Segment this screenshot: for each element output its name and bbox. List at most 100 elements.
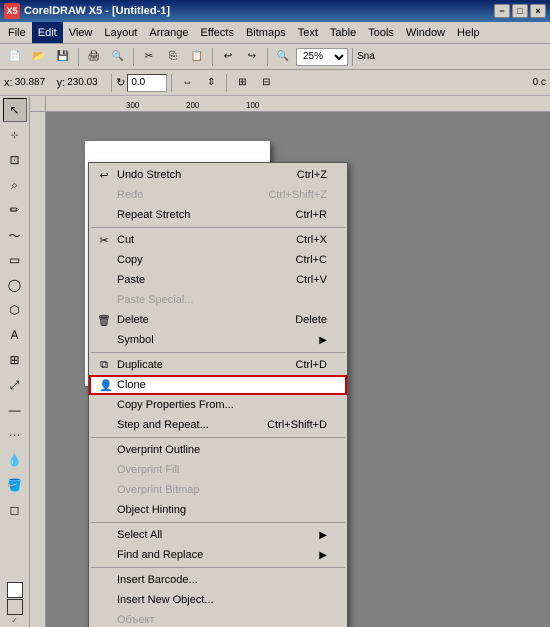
toolbar-sep-3 [212, 48, 213, 66]
mirror-h-button[interactable]: ⇔ [176, 72, 198, 94]
overprint-outline-icon [93, 440, 115, 460]
menu-copy-properties[interactable]: Copy Properties From... [89, 395, 347, 415]
menu-window[interactable]: Window [400, 22, 451, 43]
print-preview-button[interactable]: 🔍 [107, 46, 129, 68]
menu-cut[interactable]: ✂ Cut Ctrl+X [89, 230, 347, 250]
freehand-tool[interactable]: ✏ [3, 198, 27, 222]
zoom-tool[interactable]: ⌕ [3, 173, 27, 197]
toolbar-sep-2 [133, 48, 134, 66]
toolbar-sep-5 [352, 48, 353, 66]
toolbar-sep-1 [78, 48, 79, 66]
text-tool[interactable]: A [3, 323, 27, 347]
canvas-area[interactable]: 300 200 100 × [30, 96, 550, 627]
rotation-input[interactable] [127, 74, 167, 92]
undo-button[interactable]: ↩ [217, 46, 239, 68]
redo-button[interactable]: ↪ [241, 46, 263, 68]
no-fill-icon: ✓ [11, 616, 18, 625]
outline-tool[interactable]: ◻ [3, 498, 27, 522]
menu-copy[interactable]: Copy Ctrl+C [89, 250, 347, 270]
paste-icon [93, 270, 115, 290]
blend-tool[interactable]: ⋯ [3, 423, 27, 447]
title-bar: X5 CorelDRAW X5 - [Untitled-1] − □ × [0, 0, 550, 22]
new-button[interactable]: 📄 [4, 46, 26, 68]
close-button[interactable]: × [530, 4, 546, 18]
undo-label: Undo Stretch [117, 169, 181, 181]
insert-object-label: Insert New Object... [117, 594, 214, 606]
menu-layout[interactable]: Layout [98, 22, 143, 43]
polygon-tool[interactable]: ⬡ [3, 298, 27, 322]
menu-find-replace[interactable]: Find and Replace ▶ [89, 545, 347, 565]
zoom-select[interactable]: 25% 50% 75% 100% [296, 48, 348, 66]
cut-icon: ✂ [93, 230, 115, 250]
insert-object-icon [93, 590, 115, 610]
object-label: Объект [117, 614, 154, 626]
select-tool[interactable]: ↖ [3, 98, 27, 122]
menu-symbol[interactable]: Symbol ▶ [89, 330, 347, 350]
ruler-horizontal: 300 200 100 [46, 96, 550, 112]
menu-text[interactable]: Text [292, 22, 324, 43]
menu-effects[interactable]: Effects [195, 22, 240, 43]
menu-view[interactable]: View [63, 22, 99, 43]
menu-overprint-outline[interactable]: Overprint Outline [89, 440, 347, 460]
paste-special-label: Paste Special... [117, 294, 193, 306]
fill-tool[interactable]: 🪣 [3, 473, 27, 497]
menu-edit[interactable]: Edit [32, 22, 63, 43]
menu-delete[interactable]: 🗑 Delete Delete [89, 310, 347, 330]
menu-bitmaps[interactable]: Bitmaps [240, 22, 292, 43]
menu-paste-special: Paste Special... [89, 290, 347, 310]
snap-grid-button[interactable]: ⊞ [231, 72, 253, 94]
object-icon [93, 610, 115, 627]
menu-table[interactable]: Table [324, 22, 362, 43]
minimize-button[interactable]: − [494, 4, 510, 18]
dropper-tool[interactable]: 💧 [3, 448, 27, 472]
toolbar2-sep2 [171, 74, 172, 92]
mirror-v-button[interactable]: ⇕ [200, 72, 222, 94]
menu-clone[interactable]: 👤 Clone [89, 375, 347, 395]
find-replace-icon [93, 545, 115, 565]
toolbar-sep-4 [267, 48, 268, 66]
dim-tool[interactable]: ⤢ [3, 373, 27, 397]
print-button[interactable]: 🖨 [83, 46, 105, 68]
menu-duplicate[interactable]: ⧉ Duplicate Ctrl+D [89, 355, 347, 375]
sep-3 [91, 437, 345, 438]
menu-help[interactable]: Help [451, 22, 486, 43]
select-all-arrow: ▶ [319, 530, 327, 541]
menu-insert-object[interactable]: Insert New Object... [89, 590, 347, 610]
menu-step-repeat[interactable]: Step and Repeat... Ctrl+Shift+D [89, 415, 347, 435]
insert-barcode-label: Insert Barcode... [117, 574, 198, 586]
ruler-corner [30, 96, 46, 112]
menu-file[interactable]: File [2, 22, 32, 43]
save-button[interactable]: 💾 [52, 46, 74, 68]
menu-select-all[interactable]: Select All ▶ [89, 525, 347, 545]
connector-tool[interactable]: — [3, 398, 27, 422]
menu-object-hinting[interactable]: Object Hinting [89, 500, 347, 520]
maximize-button[interactable]: □ [512, 4, 528, 18]
menu-insert-barcode[interactable]: Insert Barcode... [89, 570, 347, 590]
menu-repeat[interactable]: Repeat Stretch Ctrl+R [89, 205, 347, 225]
snap-guide-button[interactable]: ⊟ [255, 72, 277, 94]
edit-dropdown-menu: ↩ Undo Stretch Ctrl+Z Redo Ctrl+Shift+Z … [88, 162, 348, 627]
barcode-icon [93, 570, 115, 590]
crop-tool[interactable]: ⊡ [3, 148, 27, 172]
delete-label: Delete [117, 314, 149, 326]
copy-button[interactable]: ⎘ [162, 46, 184, 68]
menu-undo[interactable]: ↩ Undo Stretch Ctrl+Z [89, 165, 347, 185]
repeat-label: Repeat Stretch [117, 209, 190, 221]
table-tool[interactable]: ⊞ [3, 348, 27, 372]
menu-paste[interactable]: Paste Ctrl+V [89, 270, 347, 290]
fill-swatch[interactable] [7, 582, 23, 598]
outline-swatch[interactable] [7, 599, 23, 615]
menu-arrange[interactable]: Arrange [143, 22, 194, 43]
select-all-icon [93, 525, 115, 545]
node-tool[interactable]: ⊹ [3, 123, 27, 147]
menu-tools[interactable]: Tools [362, 22, 400, 43]
toolbar2-sep3 [226, 74, 227, 92]
open-button[interactable]: 📂 [28, 46, 50, 68]
ellipse-tool[interactable]: ◯ [3, 273, 27, 297]
smart-draw-tool[interactable]: 〜 [3, 223, 27, 247]
paste-button[interactable]: 📋 [186, 46, 208, 68]
step-repeat-label: Step and Repeat... [117, 419, 209, 431]
cut-button[interactable]: ✂ [138, 46, 160, 68]
rectangle-tool[interactable]: ▭ [3, 248, 27, 272]
paste-special-icon [93, 290, 115, 310]
